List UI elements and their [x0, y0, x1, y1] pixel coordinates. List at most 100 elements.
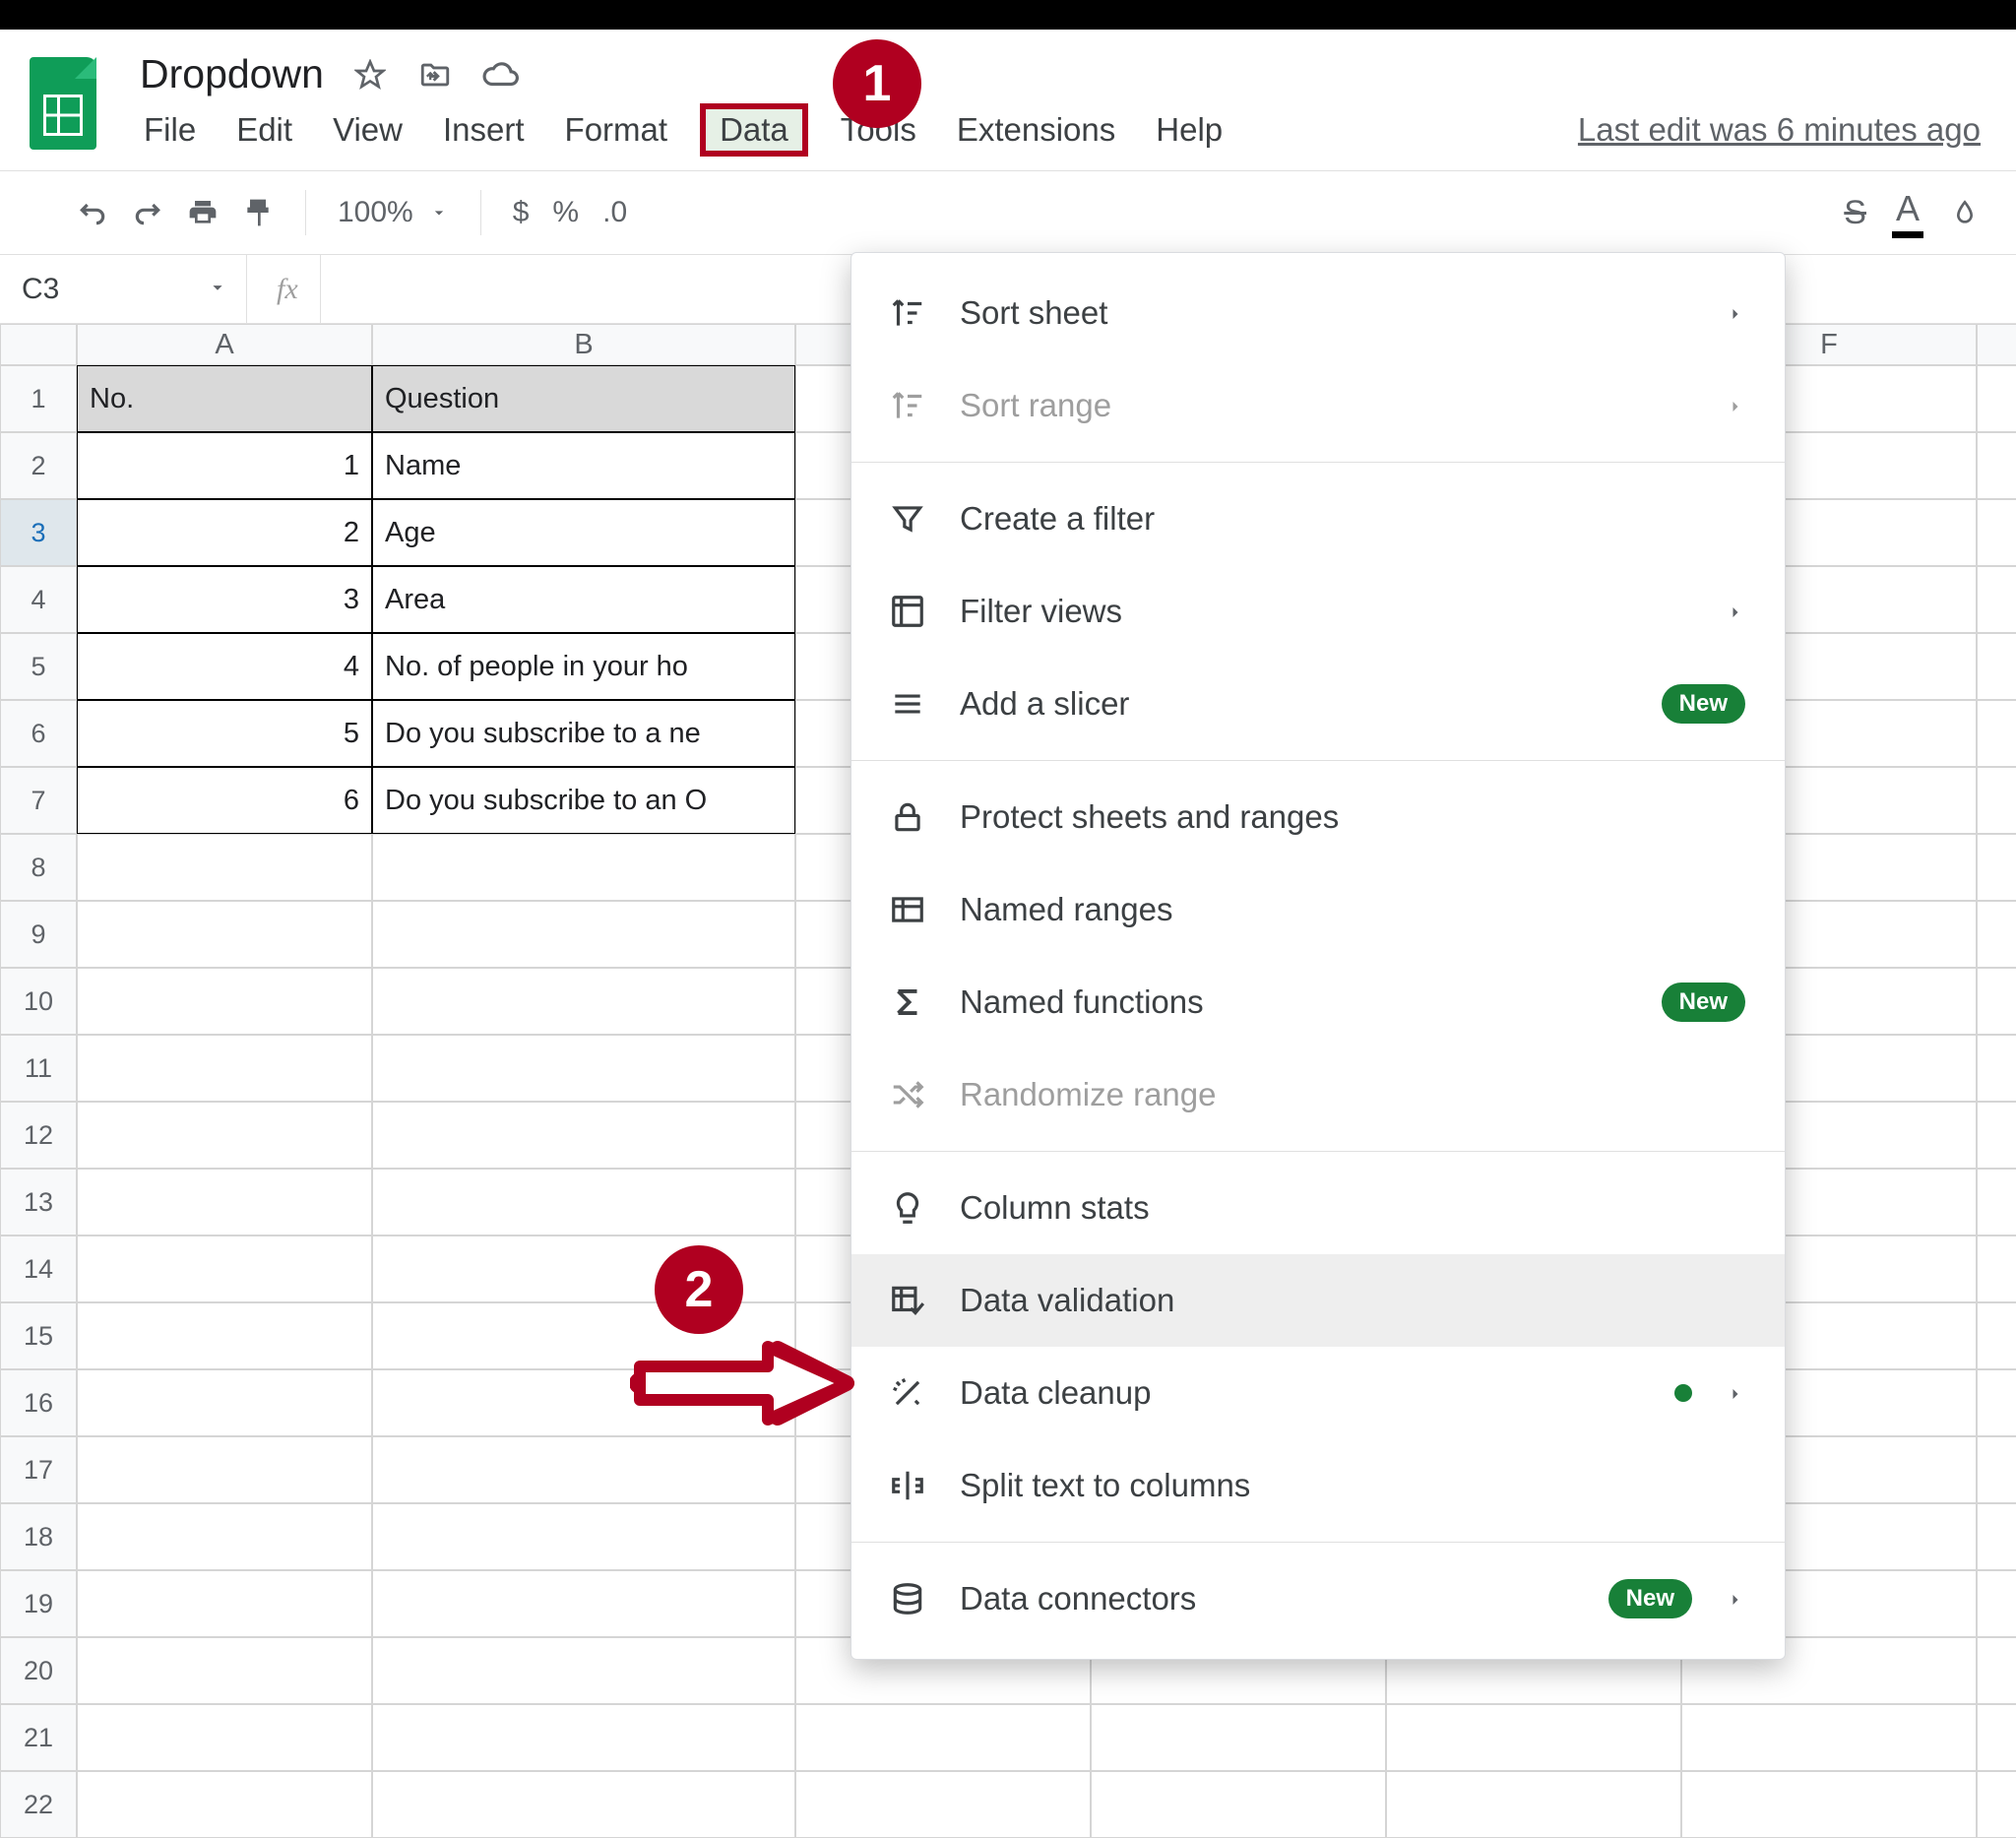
- menu-file[interactable]: File: [140, 107, 200, 153]
- title-bar: Dropdown File Edit View Insert Format Da…: [0, 30, 2016, 153]
- wand-icon: [889, 1374, 926, 1412]
- undo-icon[interactable]: [77, 197, 108, 228]
- cell[interactable]: 3: [77, 566, 372, 633]
- menu-data-connectors[interactable]: Data connectors New: [851, 1553, 1785, 1645]
- row-head[interactable]: 3: [0, 499, 77, 566]
- menu-add-slicer[interactable]: Add a slicer New: [851, 658, 1785, 750]
- menu-split-text[interactable]: Split text to columns: [851, 1439, 1785, 1532]
- col-head-A[interactable]: A: [77, 324, 372, 365]
- callout-2: 2: [655, 1245, 743, 1334]
- decrease-decimal-button[interactable]: .0: [602, 196, 627, 229]
- row-head[interactable]: 20: [0, 1637, 77, 1704]
- cell[interactable]: [1977, 767, 2016, 834]
- row-head[interactable]: 15: [0, 1302, 77, 1369]
- star-icon[interactable]: [351, 56, 389, 94]
- menu-named-ranges[interactable]: Named ranges: [851, 863, 1785, 956]
- row-head[interactable]: 17: [0, 1436, 77, 1503]
- cell[interactable]: [1977, 700, 2016, 767]
- menu-help[interactable]: Help: [1152, 107, 1227, 153]
- row-head[interactable]: 16: [0, 1369, 77, 1436]
- row-head[interactable]: 1: [0, 365, 77, 432]
- status-dot-icon: [1674, 1384, 1692, 1402]
- slicer-icon: [889, 685, 926, 723]
- text-color-button[interactable]: A: [1892, 188, 1923, 238]
- cell[interactable]: Name: [372, 432, 795, 499]
- strikethrough-button[interactable]: S: [1844, 194, 1866, 232]
- row-head[interactable]: 22: [0, 1771, 77, 1838]
- menu-view[interactable]: View: [329, 107, 407, 153]
- row-head[interactable]: 12: [0, 1102, 77, 1169]
- cell[interactable]: [1977, 566, 2016, 633]
- menu-format[interactable]: Format: [561, 107, 672, 153]
- cell[interactable]: [1977, 432, 2016, 499]
- menu-column-stats[interactable]: Column stats: [851, 1162, 1785, 1254]
- chevron-right-icon: [1726, 593, 1745, 630]
- format-currency-button[interactable]: $: [513, 196, 530, 229]
- cell[interactable]: No.: [77, 365, 372, 432]
- filter-icon: [889, 500, 926, 538]
- select-all-corner[interactable]: [0, 324, 77, 365]
- name-box[interactable]: C3: [0, 273, 246, 306]
- cloud-status-icon[interactable]: [481, 56, 519, 94]
- format-percent-button[interactable]: %: [552, 196, 579, 229]
- cell[interactable]: 4: [77, 633, 372, 700]
- menu-data[interactable]: Data: [704, 107, 804, 153]
- menu-data-cleanup[interactable]: Data cleanup: [851, 1347, 1785, 1439]
- row-head[interactable]: 2: [0, 432, 77, 499]
- row-head[interactable]: 6: [0, 700, 77, 767]
- cell[interactable]: No. of people in your ho: [372, 633, 795, 700]
- sort-range-icon: [889, 387, 926, 424]
- sheets-app-icon: [30, 57, 96, 150]
- cell[interactable]: Age: [372, 499, 795, 566]
- cell[interactable]: 6: [77, 767, 372, 834]
- row-head[interactable]: 4: [0, 566, 77, 633]
- zoom-select[interactable]: 100%: [338, 196, 449, 229]
- row-head[interactable]: 8: [0, 834, 77, 901]
- menu-edit[interactable]: Edit: [232, 107, 296, 153]
- row-head[interactable]: 7: [0, 767, 77, 834]
- cell[interactable]: [1977, 499, 2016, 566]
- menu-named-functions[interactable]: Named functions New: [851, 956, 1785, 1048]
- menu-data-validation[interactable]: Data validation: [851, 1254, 1785, 1347]
- row-head[interactable]: 19: [0, 1570, 77, 1637]
- redo-icon[interactable]: [132, 197, 163, 228]
- row-head[interactable]: 13: [0, 1169, 77, 1236]
- cell[interactable]: Question: [372, 365, 795, 432]
- cell[interactable]: Area: [372, 566, 795, 633]
- new-badge: New: [1662, 684, 1745, 724]
- menu-create-filter[interactable]: Create a filter: [851, 473, 1785, 565]
- chevron-right-icon: [1726, 1580, 1745, 1617]
- col-head-G[interactable]: G: [1977, 324, 2016, 365]
- row-head[interactable]: 11: [0, 1035, 77, 1102]
- menu-insert[interactable]: Insert: [439, 107, 529, 153]
- cell[interactable]: Do you subscribe to an O: [372, 767, 795, 834]
- move-folder-icon[interactable]: [416, 56, 454, 94]
- menu-bar: File Edit View Insert Format Data Tools …: [140, 107, 1986, 153]
- cell[interactable]: [1977, 365, 2016, 432]
- row-head[interactable]: 18: [0, 1503, 77, 1570]
- fill-color-icon[interactable]: [1949, 197, 1981, 228]
- menu-protect-sheets[interactable]: Protect sheets and ranges: [851, 771, 1785, 863]
- row-head[interactable]: 9: [0, 901, 77, 968]
- filter-views-icon: [889, 593, 926, 630]
- split-icon: [889, 1467, 926, 1504]
- row-head[interactable]: 21: [0, 1704, 77, 1771]
- document-title[interactable]: Dropdown: [140, 51, 324, 97]
- last-edit-link[interactable]: Last edit was 6 minutes ago: [1578, 111, 1986, 149]
- cell[interactable]: [1977, 633, 2016, 700]
- col-head-B[interactable]: B: [372, 324, 795, 365]
- data-dropdown-menu: Sort sheet Sort range Create a filter Fi…: [850, 252, 1786, 1660]
- paint-format-icon[interactable]: [242, 197, 274, 228]
- row-head[interactable]: 14: [0, 1236, 77, 1302]
- row-head[interactable]: 5: [0, 633, 77, 700]
- shuffle-icon: [889, 1076, 926, 1113]
- row-head[interactable]: 10: [0, 968, 77, 1035]
- cell[interactable]: 2: [77, 499, 372, 566]
- cell[interactable]: 5: [77, 700, 372, 767]
- menu-sort-sheet[interactable]: Sort sheet: [851, 267, 1785, 359]
- cell[interactable]: 1: [77, 432, 372, 499]
- menu-extensions[interactable]: Extensions: [953, 107, 1119, 153]
- menu-filter-views[interactable]: Filter views: [851, 565, 1785, 658]
- print-icon[interactable]: [187, 197, 219, 228]
- cell[interactable]: Do you subscribe to a ne: [372, 700, 795, 767]
